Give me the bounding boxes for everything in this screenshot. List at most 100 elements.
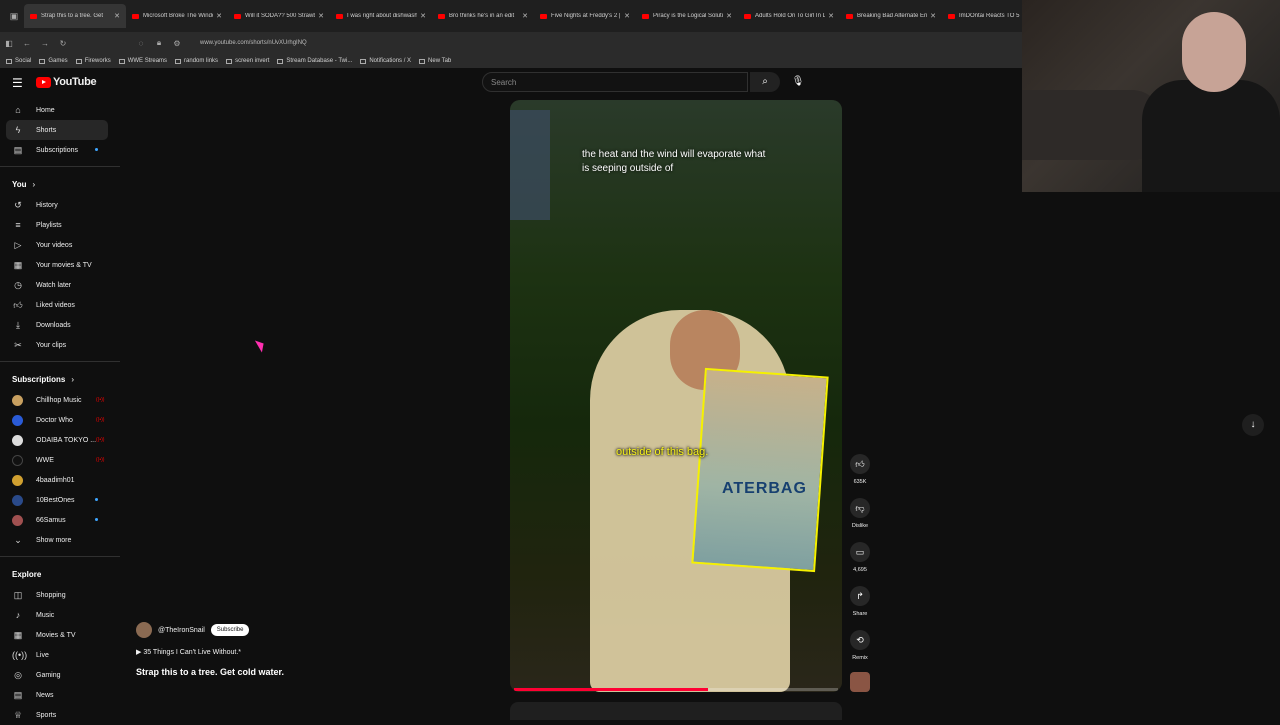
channel-avatar[interactable] bbox=[136, 622, 152, 638]
video-title[interactable]: Strap this to a tree. Get cold water. bbox=[136, 667, 284, 677]
back-icon[interactable]: ← bbox=[18, 39, 36, 48]
browser-tab[interactable]: Microsoft Broke The Windo ✕ bbox=[126, 4, 228, 28]
bookmark-new-tab[interactable]: New Tab bbox=[419, 58, 451, 64]
browser-tab[interactable]: Will it SODA?? 500 Strawbe ✕ bbox=[228, 4, 330, 28]
close-tab-icon[interactable]: ✕ bbox=[114, 12, 120, 20]
bookmark-label: Fireworks bbox=[84, 58, 111, 64]
close-tab-icon[interactable]: ✕ bbox=[420, 12, 426, 20]
sidebar-item-your-videos[interactable]: ▷ Your videos bbox=[0, 235, 120, 255]
sidebar-item-music[interactable]: ♪ Music bbox=[0, 605, 120, 625]
sidebar-toggle-icon[interactable]: ◧ bbox=[0, 39, 18, 48]
sidebar-you-heading[interactable]: You › bbox=[0, 173, 120, 195]
sidebar-item-shorts[interactable]: ϟ Shorts bbox=[6, 120, 108, 140]
sidebar-item-movies-tv[interactable]: ▦ Movies & TV bbox=[0, 625, 120, 645]
sidebar-item-history[interactable]: ↺ History bbox=[0, 195, 120, 215]
video-bag-print: ATERBAG bbox=[722, 480, 807, 497]
dislike-button[interactable]: 👎︎ Dislike bbox=[848, 498, 872, 529]
youtube-favicon-icon bbox=[234, 13, 241, 19]
sidebar-item-playlists[interactable]: ≡ Playlists bbox=[0, 215, 120, 235]
bookmark-label: New Tab bbox=[428, 58, 452, 64]
sidebar-item-label: Live bbox=[36, 651, 49, 659]
channel-handle[interactable]: @TheIronSnail bbox=[158, 627, 205, 634]
youtube-logo[interactable]: YouTube bbox=[36, 76, 97, 88]
video-progress-bar[interactable] bbox=[514, 688, 838, 691]
sidebar-show-more[interactable]: ⌄ Show more bbox=[0, 530, 120, 550]
video-background-house bbox=[510, 110, 550, 220]
playlist-link[interactable]: ▶ 35 Things I Can't Live Without.* bbox=[136, 648, 241, 656]
shield-icon[interactable]: ◌ bbox=[132, 39, 150, 48]
sidebar-item-gaming[interactable]: ◎ Gaming bbox=[0, 665, 120, 685]
url-field[interactable]: www.youtube.com/shorts/nUvXUrhgINQ bbox=[200, 40, 307, 46]
close-tab-icon[interactable]: ✕ bbox=[522, 12, 528, 20]
close-tab-icon[interactable]: ✕ bbox=[624, 12, 630, 20]
sidebar-sub-doctor-who[interactable]: Doctor Who ((•)) bbox=[0, 410, 120, 430]
bookmark-social[interactable]: Social bbox=[6, 58, 31, 64]
bookmark-games[interactable]: Games bbox=[39, 58, 68, 64]
bookmark-fireworks[interactable]: Fireworks bbox=[75, 58, 111, 64]
search-button[interactable]: ⌕ bbox=[750, 72, 780, 92]
sidebar-subscriptions-heading[interactable]: Subscriptions › bbox=[0, 368, 120, 390]
shorts-video-player[interactable]: ATERBAG the heat and the wind will evapo… bbox=[510, 100, 842, 692]
sound-thumbnail[interactable] bbox=[850, 672, 870, 692]
comments-button[interactable]: ▭ 4,695 bbox=[848, 542, 872, 573]
new-content-dot bbox=[95, 498, 98, 501]
sidebar-item-downloads[interactable]: ⤓ Downloads bbox=[0, 315, 120, 335]
close-tab-icon[interactable]: ✕ bbox=[726, 12, 732, 20]
close-tab-icon[interactable]: ✕ bbox=[216, 12, 222, 20]
like-count: 635K bbox=[853, 479, 867, 485]
bookmark-random-links[interactable]: random links bbox=[175, 58, 218, 64]
chevron-right-icon: › bbox=[32, 179, 36, 189]
reload-icon[interactable]: ↻ bbox=[54, 39, 72, 48]
browser-tab-active[interactable]: Strap this to a tree. Get ✕ bbox=[24, 4, 126, 28]
next-video-button[interactable]: ↓ bbox=[1242, 414, 1264, 436]
sidebar-sub-odaiba-tokyo[interactable]: ODAIBA TOKYO ... ((•)) bbox=[0, 430, 120, 450]
close-tab-icon[interactable]: ✕ bbox=[930, 12, 936, 20]
sidebar-item-sports[interactable]: ♕ Sports bbox=[0, 705, 120, 725]
video-water-bag bbox=[691, 367, 829, 573]
sidebar-item-news[interactable]: ▤ News bbox=[0, 685, 120, 705]
bookmark-wwe-streams[interactable]: WWE Streams bbox=[118, 58, 167, 64]
section-heading: You bbox=[12, 179, 27, 189]
close-tab-icon[interactable]: ✕ bbox=[318, 12, 324, 20]
browser-tab[interactable]: Adults Hold On To Girl In D ✕ bbox=[738, 4, 840, 28]
sidebar-sub-66samus[interactable]: 66Samus bbox=[0, 510, 120, 530]
browser-tab[interactable]: Breaking Bad Alternate Endi ✕ bbox=[840, 4, 942, 28]
like-button[interactable]: 👍︎ 635K bbox=[848, 454, 872, 485]
close-tab-icon[interactable]: ✕ bbox=[828, 12, 834, 20]
sidebar-item-liked-videos[interactable]: 👍︎ Liked videos bbox=[0, 295, 120, 315]
sidebar-item-your-clips[interactable]: ✂ Your clips bbox=[0, 335, 120, 355]
site-settings-icon[interactable]: ⚙︎ bbox=[168, 39, 186, 48]
browser-tab[interactable]: Bro thinks he's in an edit ✕ bbox=[432, 4, 534, 28]
tab-menu-icon[interactable]: ▣ bbox=[4, 8, 24, 24]
new-content-dot bbox=[95, 518, 98, 521]
guide-menu-icon[interactable]: ☰ bbox=[12, 76, 23, 90]
live-indicator-icon: ((•)) bbox=[96, 457, 105, 463]
sidebar-item-shopping[interactable]: ◫ Shopping bbox=[0, 585, 120, 605]
sidebar-sub-4baadimh01[interactable]: 4baadimh01 bbox=[0, 470, 120, 490]
sidebar-item-your-movies[interactable]: ▦ Your movies & TV bbox=[0, 255, 120, 275]
sidebar-sub-chillhop[interactable]: Chillhop Music ((•)) bbox=[0, 390, 120, 410]
browser-tab[interactable]: Five Nights at Freddy's 2 | C ✕ bbox=[534, 4, 636, 28]
forward-icon[interactable]: → bbox=[36, 39, 54, 48]
voice-search-button[interactable]: 🎙︎ bbox=[788, 72, 808, 92]
bookmark-screen-invert[interactable]: screen invert bbox=[226, 58, 269, 64]
remix-button[interactable]: ⟲ Remix bbox=[848, 630, 872, 661]
subscribe-button[interactable]: Subscribe bbox=[210, 624, 250, 636]
sidebar-sub-wwe[interactable]: WWE ((•)) bbox=[0, 450, 120, 470]
next-short-preview[interactable] bbox=[510, 702, 842, 720]
sidebar-item-live[interactable]: ((•)) Live bbox=[0, 645, 120, 665]
sidebar-item-label: Shopping bbox=[36, 591, 66, 599]
sidebar-item-watch-later[interactable]: ◷ Watch later bbox=[0, 275, 120, 295]
browser-tab[interactable]: I was right about dishwashe ✕ bbox=[330, 4, 432, 28]
sidebar-item-subscriptions[interactable]: ▤ Subscriptions bbox=[0, 140, 120, 160]
lock-icon[interactable]: 🔒︎ bbox=[150, 38, 168, 48]
sidebar-item-label: Your clips bbox=[36, 341, 67, 349]
sidebar-sub-10bestones[interactable]: 10BestOnes bbox=[0, 490, 120, 510]
browser-tab[interactable]: Piracy is the Logical Solutio ✕ bbox=[636, 4, 738, 28]
bookmark-notifications-x[interactable]: Notifications / X bbox=[360, 58, 411, 64]
sidebar-item-home[interactable]: ⌂ Home bbox=[0, 100, 120, 120]
bookmark-stream-database[interactable]: Stream Database - Twi... bbox=[277, 58, 352, 64]
share-button[interactable]: ↱ Share bbox=[848, 586, 872, 617]
search-input[interactable]: Search bbox=[482, 72, 748, 92]
folder-icon bbox=[39, 58, 46, 64]
